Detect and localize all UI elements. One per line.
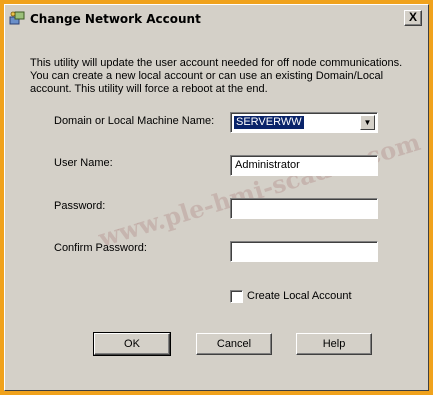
help-button[interactable]: Help — [296, 333, 372, 355]
domain-select[interactable]: SERVERWW ▼ — [230, 112, 378, 133]
username-input[interactable]: Administrator — [230, 155, 378, 176]
domain-label: Domain or Local Machine Name: — [54, 115, 215, 127]
create-local-account-label[interactable]: Create Local Account — [247, 290, 352, 302]
domain-selected-value: SERVERWW — [234, 116, 304, 129]
confirm-password-label: Confirm Password: — [54, 242, 147, 254]
password-input[interactable] — [230, 198, 378, 219]
description-line: This utility will update the user accoun… — [30, 57, 403, 69]
password-label: Password: — [54, 200, 106, 212]
dropdown-arrow-icon[interactable]: ▼ — [360, 115, 375, 130]
username-label: User Name: — [54, 157, 113, 169]
close-button[interactable]: X — [404, 10, 422, 26]
cancel-button[interactable]: Cancel — [196, 333, 272, 355]
description-text: This utility will update the user accoun… — [30, 57, 410, 96]
confirm-password-input[interactable] — [230, 241, 378, 262]
network-account-icon — [9, 11, 25, 25]
create-local-account-checkbox[interactable] — [230, 290, 243, 303]
description-line: You can create a new local account or ca… — [30, 70, 384, 82]
description-line: account. This utility will force a reboo… — [30, 83, 268, 95]
window-title: Change Network Account — [30, 12, 201, 26]
ok-button[interactable]: OK — [93, 332, 171, 356]
